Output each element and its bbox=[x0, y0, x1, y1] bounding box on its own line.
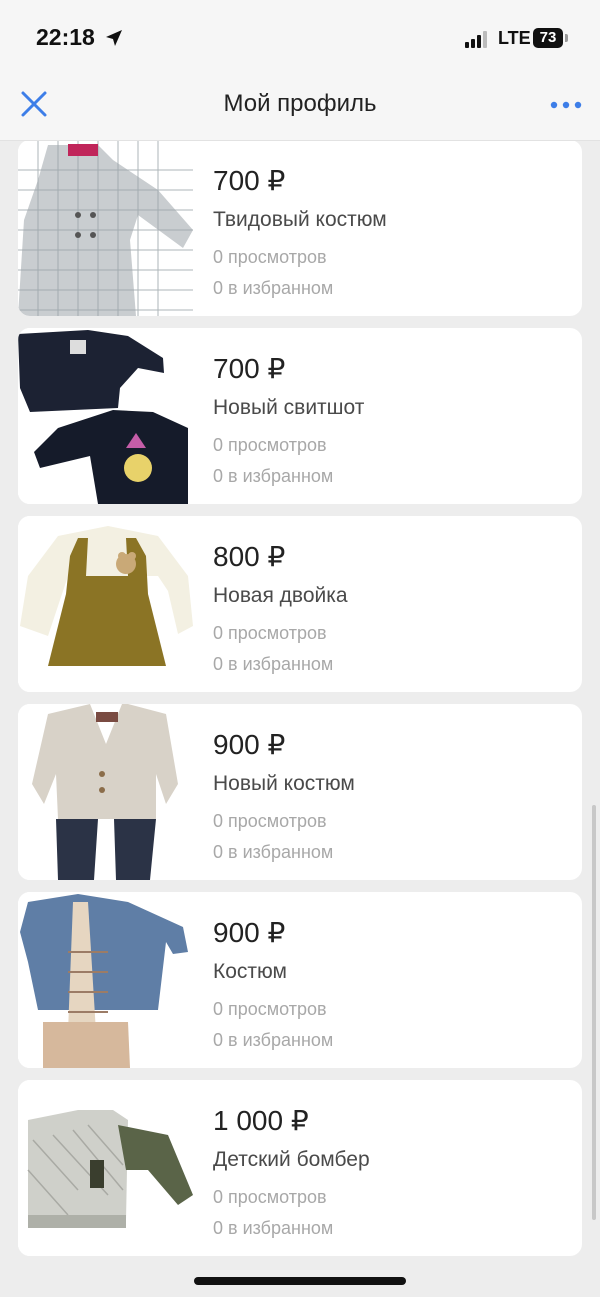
location-arrow-icon bbox=[106, 30, 122, 46]
scrollbar[interactable] bbox=[592, 805, 596, 1220]
listing-price: 800 ₽ bbox=[213, 541, 286, 572]
listing-views: 0 просмотров bbox=[213, 1187, 327, 1207]
page-title: Мой профиль bbox=[223, 90, 377, 117]
listing-title: Новый свитшот bbox=[213, 396, 365, 419]
listing-card[interactable]: 900 ₽ Костюм 0 просмотров 0 в избранном bbox=[18, 892, 582, 1068]
sweatshirt-image bbox=[18, 328, 194, 504]
signal-icon bbox=[465, 30, 491, 48]
status-time: 22:18 bbox=[36, 24, 95, 50]
listing-favorites: 0 в избранном bbox=[213, 842, 334, 862]
listing-price: 700 ₽ bbox=[213, 165, 286, 196]
home-indicator[interactable] bbox=[194, 1277, 406, 1285]
blazer-suit-image bbox=[18, 704, 194, 880]
top-bar: 22:18 LTE 73 Мой профиль bbox=[0, 0, 600, 141]
listing-card[interactable]: 800 ₽ Новая двойка 0 просмотров 0 в избр… bbox=[18, 516, 582, 692]
network-type: LTE bbox=[498, 28, 531, 48]
listing-favorites: 0 в избранном bbox=[213, 1218, 334, 1238]
battery-icon: 73 bbox=[533, 28, 563, 48]
listing-price: 900 ₽ bbox=[213, 729, 286, 760]
listing-favorites: 0 в избранном bbox=[213, 278, 334, 298]
listing-favorites: 0 в избранном bbox=[213, 466, 334, 486]
more-options-icon[interactable] bbox=[550, 99, 582, 111]
listing-title: Новая двойка bbox=[213, 584, 348, 607]
listing-favorites: 0 в избранном bbox=[213, 1030, 334, 1050]
tweed-suit-image bbox=[18, 140, 194, 316]
listing-favorites: 0 в избранном bbox=[213, 654, 334, 674]
denim-suit-image bbox=[18, 892, 194, 1068]
listing-views: 0 просмотров bbox=[213, 247, 327, 267]
listing-views: 0 просмотров bbox=[213, 435, 327, 455]
listing-views: 0 просмотров bbox=[213, 999, 327, 1019]
listing-price: 900 ₽ bbox=[213, 917, 286, 948]
listing-card[interactable]: 700 ₽ Новый свитшот 0 просмотров 0 в изб… bbox=[18, 328, 582, 504]
listing-card[interactable]: 1 000 ₽ Детский бомбер 0 просмотров 0 в … bbox=[18, 1080, 582, 1256]
listing-title: Детский бомбер bbox=[213, 1148, 370, 1171]
listing-card[interactable]: 900 ₽ Новый костюм 0 просмотров 0 в избр… bbox=[18, 704, 582, 880]
listing-views: 0 просмотров bbox=[213, 811, 327, 831]
listing-title: Новый костюм bbox=[213, 772, 355, 795]
battery-tip bbox=[565, 34, 568, 42]
dress-set-image bbox=[18, 516, 194, 692]
bomber-image bbox=[18, 1080, 194, 1256]
listing-title: Костюм bbox=[213, 960, 287, 983]
listing-card[interactable]: 700 ₽ Твидовый костюм 0 просмотров 0 в и… bbox=[18, 140, 582, 316]
listing-price: 700 ₽ bbox=[213, 353, 286, 384]
listing-views: 0 просмотров bbox=[213, 623, 327, 643]
listing-price: 1 000 ₽ bbox=[213, 1105, 309, 1136]
listing-title: Твидовый костюм bbox=[213, 208, 387, 231]
